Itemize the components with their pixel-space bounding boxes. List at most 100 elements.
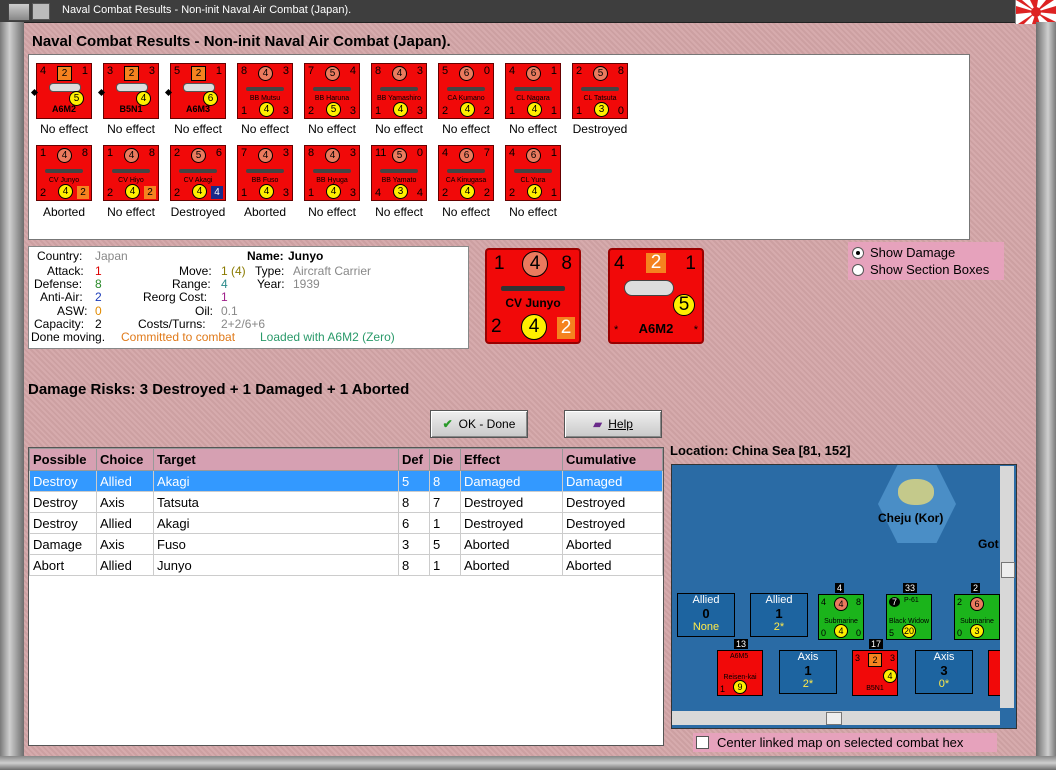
- counter-tr: 1: [550, 147, 557, 159]
- show-damage-radio[interactable]: Show Damage: [852, 245, 955, 260]
- counter-name: BB Hyuga: [316, 177, 348, 184]
- map-unit-p61[interactable]: 33 7 P-61 Black Widow 5 20: [886, 583, 932, 640]
- table-cell: 1: [429, 512, 461, 534]
- linked-map[interactable]: Cheju (Kor) Got Allied 0 None Allied 1 2…: [671, 464, 1017, 729]
- table-cell: Aborted: [460, 554, 563, 576]
- col-effect[interactable]: Effect: [460, 448, 563, 471]
- map-unit-submarine-1[interactable]: 4 4 4 8 Submarine 0 4 0: [818, 583, 864, 640]
- hscroll-thumb[interactable]: [826, 712, 842, 725]
- counter-top: 4: [57, 148, 72, 163]
- counter-name: CL Tatsuta: [583, 95, 617, 102]
- col-choice[interactable]: Choice: [96, 448, 154, 471]
- unit-counter[interactable]: 7 5 4 BB Haruna 2 5 3: [304, 63, 360, 119]
- table-cell: Allied: [96, 470, 154, 492]
- center-map-option[interactable]: Center linked map on selected combat hex: [693, 733, 997, 752]
- unit-counter[interactable]: 4 6 7 CA Kinugasa 2 4 2: [438, 145, 494, 201]
- col-target[interactable]: Target: [153, 448, 399, 471]
- defense-value: 8: [95, 277, 102, 291]
- axis-box-1[interactable]: Axis 1 2*: [779, 650, 837, 694]
- unit-counter[interactable]: 5 6 0 CA Kumano 2 4 2: [438, 63, 494, 119]
- unit-result: No effect: [375, 122, 423, 136]
- frame-bottom: [0, 756, 1056, 770]
- map-unit-a6m5[interactable]: 13 A6M5 Reisen-kai 1 9: [717, 639, 763, 696]
- table-cell: 8: [398, 554, 430, 576]
- unit-result: No effect: [308, 122, 356, 136]
- unit-counter[interactable]: 4 2 1 A6M2 5: [30, 63, 92, 119]
- attack-value: 1: [95, 264, 102, 278]
- unit-counter[interactable]: 3 2 3 B5N1 4: [97, 63, 159, 119]
- title-minimize-button[interactable]: [32, 3, 50, 20]
- selected-ship-counter[interactable]: 1 4 8 CV Junyo 2 4 2: [485, 248, 581, 344]
- unit-counter[interactable]: 1 4 8 CV Hiyo 2 4 2: [103, 145, 159, 201]
- counter-tr: 3: [416, 65, 423, 77]
- counter-name: CA Kumano: [447, 95, 485, 102]
- help-button[interactable]: ▰ Help: [564, 410, 662, 438]
- unit-top: 2: [868, 653, 882, 667]
- axis-box-2-value: 3: [940, 663, 948, 678]
- unit-tl: 7: [889, 597, 900, 607]
- ship-silhouette-icon: [514, 169, 552, 173]
- app-icon[interactable]: [8, 3, 30, 21]
- range-value: 4: [221, 277, 228, 291]
- unit-result: No effect: [241, 122, 289, 136]
- center-map-checkbox[interactable]: [696, 736, 709, 749]
- table-row[interactable]: Destroy Axis Tatsuta 8 7 Destroyed Destroyed: [29, 491, 663, 513]
- counter-top: 2: [191, 66, 206, 81]
- table-cell: 5: [398, 470, 430, 492]
- location-value: China Sea [81, 152]: [732, 443, 851, 458]
- axis-box-1-title: Axis: [797, 651, 819, 663]
- unit-counter[interactable]: 4 6 1 CL Yura 2 4 1: [505, 145, 561, 201]
- center-map-label: Center linked map on selected combat hex: [717, 735, 964, 750]
- unit-counter[interactable]: 4 6 1 CL Nagara 1 4 1: [505, 63, 561, 119]
- counter-br: 1: [550, 105, 557, 117]
- table-row[interactable]: Abort Allied Junyo 8 1 Aborted Aborted: [29, 554, 663, 576]
- col-possible[interactable]: Possible: [29, 448, 97, 471]
- unit-counter[interactable]: 1 4 8 CV Junyo 2 4 2: [36, 145, 92, 201]
- frame-right: [1036, 22, 1056, 770]
- unit-counter[interactable]: 2 5 8 CL Tatsuta 1 3 0: [572, 63, 628, 119]
- unit-bot: 9: [733, 680, 747, 694]
- reorg-label: Reorg Cost:: [143, 290, 208, 304]
- radio-unselected-icon: [852, 263, 864, 276]
- ok-done-button[interactable]: ✔ OK - Done: [430, 410, 528, 438]
- location-label: Location:: [670, 443, 729, 458]
- selected-plane-counter[interactable]: 4 2 1 5 A6M2 * *: [608, 248, 704, 344]
- unit-counter[interactable]: 7 4 3 BB Fuso 1 4 3: [237, 145, 293, 201]
- rising-sun-flag-icon: [1015, 0, 1056, 24]
- counter-tr: 3: [148, 65, 155, 77]
- table-row[interactable]: Destroy Allied Akagi 6 1 Destroyed Destroyed: [29, 512, 663, 534]
- unit-counter[interactable]: 8 4 3 BB Mutsu 1 4 3: [237, 63, 293, 119]
- table-cell: Damaged: [562, 470, 663, 492]
- col-def[interactable]: Def: [398, 448, 430, 471]
- unit-result: No effect: [107, 205, 155, 219]
- oil-label: Oil:: [195, 304, 213, 318]
- allied-box-1[interactable]: Allied 0 None: [677, 593, 735, 637]
- allied-box-2[interactable]: Allied 1 2*: [750, 593, 808, 637]
- col-cumulative[interactable]: Cumulative: [562, 448, 663, 471]
- counter-tl: 4: [509, 147, 516, 159]
- map-vertical-scrollbar[interactable]: [1000, 466, 1015, 708]
- counter-tl: 2: [174, 147, 181, 159]
- map-horizontal-scrollbar[interactable]: [672, 711, 1000, 725]
- unit-name: B5N1: [866, 685, 884, 692]
- map-unit-submarine-2[interactable]: 2 2 6 Submarine 0 3: [954, 583, 1000, 640]
- counter-bot: 4: [259, 102, 274, 117]
- counter-name: BB Yamashiro: [376, 95, 422, 102]
- unit-counter[interactable]: 5 2 1 A6M3 6: [164, 63, 226, 119]
- col-die[interactable]: Die: [429, 448, 461, 471]
- counter-top: 5: [593, 66, 608, 81]
- unit-counter[interactable]: 8 4 3 BB Yamashiro 1 4 3: [371, 63, 427, 119]
- map-unit-b5n1[interactable]: 17 3 2 3 B5N1 4: [852, 639, 898, 696]
- big-plane-top: 2: [646, 253, 666, 273]
- unit-counter[interactable]: 11 5 0 BB Yamato 4 3 4: [371, 145, 427, 201]
- counter-top: 6: [459, 148, 474, 163]
- unit-counter[interactable]: 2 5 6 CV Akagi 2 4 4: [170, 145, 226, 201]
- axis-box-2[interactable]: Axis 3 0*: [915, 650, 973, 694]
- table-row[interactable]: Destroy Allied Akagi 5 8 Damaged Damaged: [29, 470, 663, 492]
- show-sections-radio[interactable]: Show Section Boxes: [852, 262, 989, 277]
- table-cell: Destroyed: [460, 491, 563, 513]
- unit-counter[interactable]: 8 4 3 BB Hyuga 1 4 3: [304, 145, 360, 201]
- table-row[interactable]: Damage Axis Fuso 3 5 Aborted Aborted: [29, 533, 663, 555]
- vscroll-thumb[interactable]: [1001, 562, 1015, 578]
- ship-silhouette-icon: [45, 169, 83, 173]
